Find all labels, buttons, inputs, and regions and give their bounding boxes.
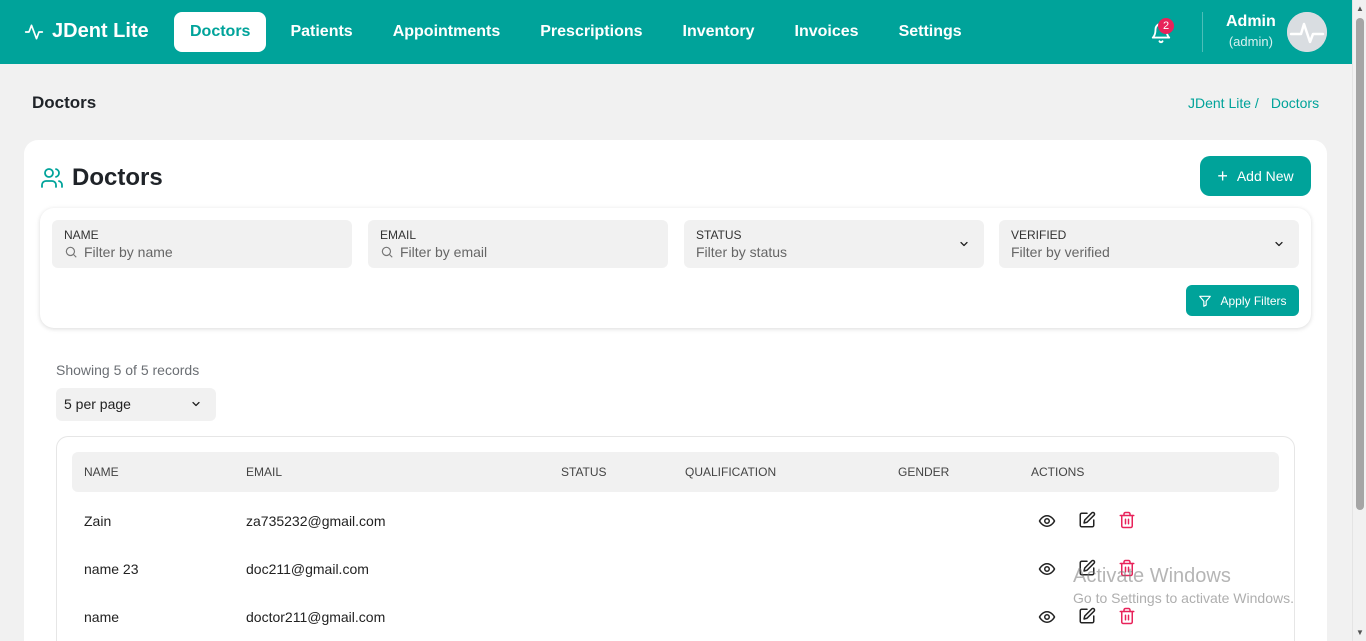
email-filter-input[interactable]: Filter by email xyxy=(400,244,487,260)
verified-filter[interactable]: VERIFIED Filter by verified xyxy=(999,220,1299,268)
cell-name: name xyxy=(84,609,120,625)
nav-appointments[interactable]: Appointments xyxy=(373,12,521,52)
col-email: EMAIL xyxy=(246,465,283,479)
col-name: NAME xyxy=(84,465,119,479)
nav-patients[interactable]: Patients xyxy=(270,12,372,52)
edit-icon[interactable] xyxy=(1078,511,1096,529)
trash-icon[interactable] xyxy=(1118,511,1136,529)
cell-email: doctor211@gmail.com xyxy=(246,609,386,625)
col-status: STATUS xyxy=(561,465,607,479)
user-role: (admin) xyxy=(1228,34,1273,49)
activate-windows-subtitle: Go to Settings to activate Windows. xyxy=(1073,590,1294,606)
nav-divider xyxy=(1202,12,1203,52)
email-filter[interactable]: EMAIL Filter by email xyxy=(368,220,668,268)
chevron-down-icon[interactable] xyxy=(1273,238,1285,250)
page-title: Doctors xyxy=(32,93,97,112)
breadcrumb: JDent Lite / Doctors xyxy=(1188,95,1319,111)
eye-icon[interactable] xyxy=(1038,560,1056,578)
activate-windows-title: Activate Windows xyxy=(1073,565,1231,587)
nav-doctors[interactable]: Doctors xyxy=(174,12,267,52)
name-filter[interactable]: NAME Filter by name xyxy=(52,220,352,268)
status-filter-select[interactable]: Filter by status xyxy=(696,244,787,260)
edit-icon[interactable] xyxy=(1078,607,1096,625)
trash-icon[interactable] xyxy=(1118,607,1136,625)
users-icon xyxy=(41,168,63,188)
breadcrumb-current[interactable]: Doctors xyxy=(1271,95,1319,111)
verified-filter-label: VERIFIED xyxy=(1011,228,1067,242)
breadcrumb-home[interactable]: JDent Lite / xyxy=(1188,95,1259,111)
pulse-icon xyxy=(24,24,44,40)
add-new-button[interactable]: + Add New xyxy=(1200,156,1311,196)
search-icon xyxy=(381,246,393,258)
top-navbar: JDent Lite Doctors Patients Appointments… xyxy=(0,0,1352,64)
status-filter-label: STATUS xyxy=(696,228,742,242)
apply-filters-label: Apply Filters xyxy=(1220,293,1287,308)
card-title-text: Doctors xyxy=(72,164,163,191)
nav-prescriptions[interactable]: Prescriptions xyxy=(520,12,662,52)
page-scrollbar[interactable]: ▲ ▼ xyxy=(1352,0,1366,641)
nav-inventory[interactable]: Inventory xyxy=(663,12,775,52)
email-filter-label: EMAIL xyxy=(380,228,417,242)
chevron-down-icon[interactable] xyxy=(958,238,970,250)
brand-logo[interactable]: JDent Lite xyxy=(24,20,149,43)
plus-icon: + xyxy=(1217,166,1228,186)
notification-badge: 2 xyxy=(1158,18,1174,34)
cell-name: name 23 xyxy=(84,561,139,577)
avatar-pulse-icon xyxy=(1287,12,1327,52)
name-filter-label: NAME xyxy=(64,228,99,242)
status-filter[interactable]: STATUS Filter by status xyxy=(684,220,984,268)
scroll-down-arrow-icon[interactable]: ▼ xyxy=(1356,628,1364,637)
user-name: Admin xyxy=(1226,13,1276,30)
scroll-up-arrow-icon[interactable]: ▲ xyxy=(1356,4,1364,13)
cell-email: za735232@gmail.com xyxy=(246,513,386,529)
col-qualification: QUALIFICATION xyxy=(685,465,777,479)
cell-email: doc211@gmail.com xyxy=(246,561,369,577)
brand-name: JDent Lite xyxy=(52,20,149,42)
col-gender: GENDER xyxy=(898,465,950,479)
search-icon xyxy=(65,246,77,258)
filters-panel: NAME Filter by name EMAIL Filter by emai… xyxy=(40,208,1311,328)
verified-filter-select[interactable]: Filter by verified xyxy=(1011,244,1110,260)
cell-name: Zain xyxy=(84,513,112,529)
eye-icon[interactable] xyxy=(1038,512,1056,530)
add-new-label: Add New xyxy=(1236,168,1294,184)
nav-settings[interactable]: Settings xyxy=(879,12,982,52)
per-page-select[interactable]: 5 per page xyxy=(56,388,216,421)
avatar[interactable] xyxy=(1287,12,1327,52)
name-filter-input[interactable]: Filter by name xyxy=(84,244,173,260)
eye-icon[interactable] xyxy=(1038,608,1056,626)
records-count: Showing 5 of 5 records xyxy=(56,362,200,378)
card-title: Doctors xyxy=(40,164,163,192)
col-actions: ACTIONS xyxy=(1031,465,1085,479)
scroll-thumb[interactable] xyxy=(1356,18,1364,510)
chevron-down-icon xyxy=(192,401,200,407)
per-page-value: 5 per page xyxy=(64,396,131,412)
user-info[interactable]: Admin (admin) xyxy=(1226,13,1276,49)
nav-links: Doctors Patients Appointments Prescripti… xyxy=(174,12,982,52)
nav-invoices[interactable]: Invoices xyxy=(775,12,879,52)
filter-icon xyxy=(1199,295,1212,307)
apply-filters-button[interactable]: Apply Filters xyxy=(1186,285,1299,316)
